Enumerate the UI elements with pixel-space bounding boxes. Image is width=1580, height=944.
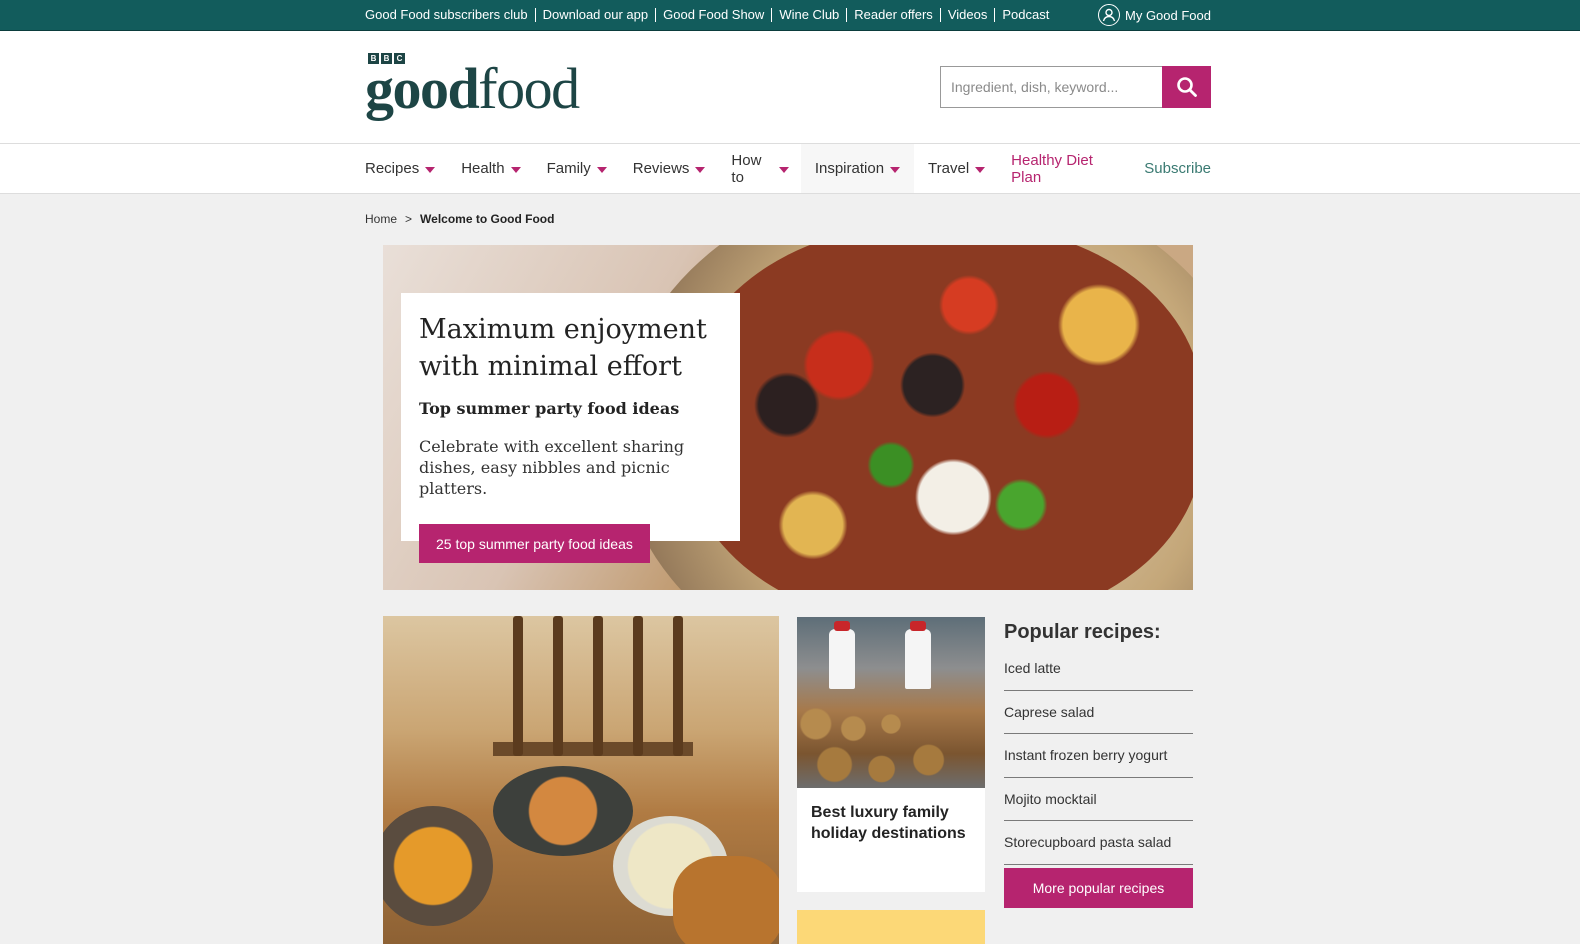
main-nav: Recipes Health Family Reviews How to Ins… xyxy=(0,144,1580,194)
nav-inspiration[interactable]: Inspiration xyxy=(800,144,915,193)
hero-subtitle: Top summer party food ideas xyxy=(419,399,680,418)
pastries-image xyxy=(797,697,985,787)
popular-recipe-link[interactable]: Storecupboard pasta salad xyxy=(1004,821,1193,865)
nav-subscribe[interactable]: Subscribe xyxy=(1144,160,1211,177)
holiday-card-title: Best luxury family holiday destinations xyxy=(811,804,966,842)
search-button[interactable] xyxy=(1162,66,1211,108)
utility-links: Good Food subscribers club Download our … xyxy=(365,8,1056,22)
search-icon xyxy=(1176,77,1197,97)
yellow-card[interactable] xyxy=(797,910,985,944)
hero-banner: Maximum enjoyment with minimal effort To… xyxy=(383,245,1193,590)
chair-image xyxy=(493,616,693,756)
chevron-down-icon xyxy=(425,166,436,173)
dish-image xyxy=(493,766,633,856)
chef-figure xyxy=(829,621,855,689)
hero-description: Celebrate with excellent sharing dishes,… xyxy=(419,437,685,498)
hero-cta-button[interactable]: 25 top summer party food ideas xyxy=(419,524,650,563)
chevron-down-icon xyxy=(695,166,706,173)
chevron-down-icon xyxy=(975,166,986,173)
popular-recipes: Popular recipes: Iced latte Caprese sala… xyxy=(1004,616,1193,908)
chevron-down-icon xyxy=(596,166,607,173)
dish-image xyxy=(383,806,493,926)
popular-recipe-link[interactable]: Caprese salad xyxy=(1004,691,1193,734)
popular-recipe-link[interactable]: Iced latte xyxy=(1004,647,1193,691)
chevron-right-icon: > xyxy=(405,212,413,226)
my-good-food-link[interactable]: My Good Food xyxy=(1098,4,1211,26)
search-form xyxy=(940,66,1211,108)
nav-travel[interactable]: Travel xyxy=(928,144,986,193)
link-good-food-show[interactable]: Good Food Show xyxy=(655,8,771,22)
popular-recipe-link[interactable]: Mojito mocktail xyxy=(1004,778,1193,821)
chevron-down-icon xyxy=(778,166,789,173)
logo-wordmark: goodfood xyxy=(365,56,580,121)
site-header: B B C goodfood xyxy=(0,31,1580,144)
link-reader-offers[interactable]: Reader offers xyxy=(846,8,940,22)
link-subscribers-club[interactable]: Good Food subscribers club xyxy=(365,8,535,22)
chevron-down-icon xyxy=(510,166,521,173)
nav-healthy-diet-plan[interactable]: Healthy Diet Plan xyxy=(1011,152,1117,186)
good-food-logo[interactable]: B B C goodfood xyxy=(365,53,580,121)
hero-nachos-image xyxy=(683,245,1193,590)
nav-health[interactable]: Health xyxy=(461,144,521,193)
breadcrumb-current: Welcome to Good Food xyxy=(420,212,555,226)
holiday-card[interactable]: Best luxury family holiday destinations xyxy=(797,617,985,892)
link-podcast[interactable]: Podcast xyxy=(994,8,1056,22)
feature-card-image[interactable] xyxy=(383,616,779,944)
link-download-app[interactable]: Download our app xyxy=(534,8,656,22)
hero-title: Maximum enjoyment with minimal effort xyxy=(419,314,707,382)
chef-figure xyxy=(905,621,931,689)
breadcrumb-home[interactable]: Home xyxy=(365,212,397,226)
search-input[interactable] xyxy=(940,66,1162,108)
my-good-food-label: My Good Food xyxy=(1125,7,1211,23)
popular-recipes-heading: Popular recipes: xyxy=(1004,621,1161,643)
holiday-card-image xyxy=(797,617,985,788)
nav-how-to[interactable]: How to xyxy=(731,144,789,193)
nav-recipes[interactable]: Recipes xyxy=(365,144,436,193)
link-wine-club[interactable]: Wine Club xyxy=(771,8,846,22)
hero-text-card: Maximum enjoyment with minimal effort To… xyxy=(401,293,740,541)
user-icon xyxy=(1098,4,1120,26)
top-utility-bar: Good Food subscribers club Download our … xyxy=(0,0,1580,31)
chevron-down-icon xyxy=(890,166,901,173)
link-videos[interactable]: Videos xyxy=(939,8,995,22)
nav-family[interactable]: Family xyxy=(547,144,607,193)
popular-recipe-link[interactable]: Instant frozen berry yogurt xyxy=(1004,734,1193,778)
nav-reviews[interactable]: Reviews xyxy=(633,144,706,193)
breadcrumb: Home > Welcome to Good Food xyxy=(365,194,1211,244)
dish-image xyxy=(673,856,779,944)
more-popular-recipes-button[interactable]: More popular recipes xyxy=(1004,868,1193,908)
